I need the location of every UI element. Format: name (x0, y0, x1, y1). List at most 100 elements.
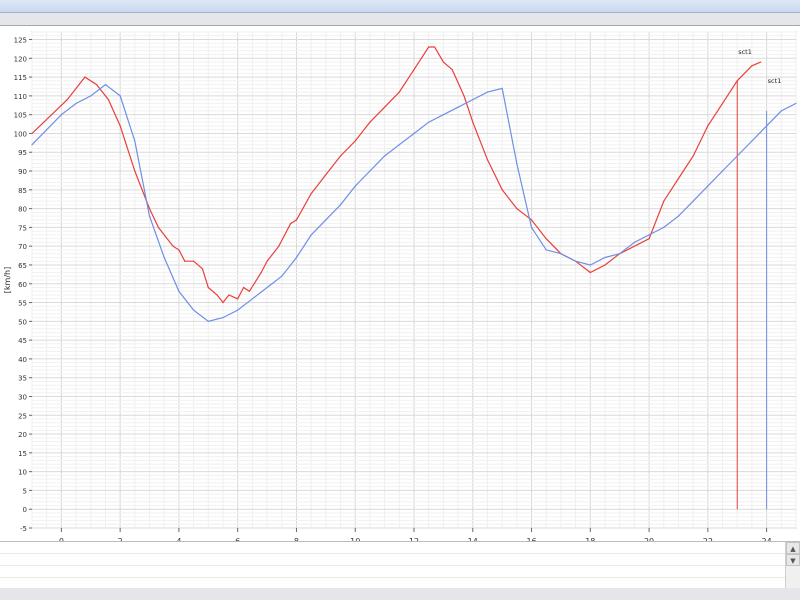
chart-grid (31, 31, 797, 529)
data-point (472, 99, 474, 101)
data-point (148, 208, 151, 210)
data-point (325, 219, 327, 221)
data-point (325, 174, 327, 176)
y-axis-label: [km/h] (3, 267, 12, 293)
data-point (228, 294, 230, 296)
data-point (633, 241, 635, 244)
table-row (0, 577, 786, 578)
data-point (604, 264, 606, 266)
data-point (692, 155, 694, 157)
data-point (43, 121, 45, 123)
y-tick-label: 35 (18, 375, 27, 383)
data-point (486, 159, 489, 161)
y-tick-label: 5 (23, 487, 27, 495)
data-point (633, 245, 635, 247)
data-point (216, 294, 218, 296)
data-point (575, 260, 577, 262)
data-point (31, 144, 33, 146)
data-point (751, 65, 753, 67)
data-point (157, 226, 159, 228)
data-point (54, 110, 57, 112)
data-point (46, 129, 48, 131)
data-point (398, 144, 400, 146)
data-point (148, 215, 151, 217)
data-point (266, 260, 268, 262)
y-tick-label: 50 (18, 318, 27, 326)
y-tick-label: -5 (20, 525, 27, 533)
table-row (0, 565, 786, 566)
data-point (281, 275, 283, 277)
y-tick-label: 110 (14, 93, 27, 101)
data-point (442, 61, 444, 63)
data-point (736, 155, 738, 157)
data-point (795, 102, 797, 104)
data-point (545, 249, 547, 251)
data-point (780, 110, 782, 112)
y-tick-label: 95 (18, 149, 27, 157)
data-table-panel[interactable]: ▲ ▼ (0, 541, 800, 589)
window-title-bar (0, 0, 800, 13)
data-point (242, 286, 245, 289)
data-point (354, 185, 356, 187)
chart-panel[interactable]: 024681012141618202224-505101520253035404… (0, 25, 800, 542)
series-label: sct1 (768, 77, 782, 85)
data-point (310, 234, 312, 236)
data-point (90, 95, 92, 97)
data-point (530, 219, 533, 221)
data-point (339, 155, 342, 157)
data-point (193, 309, 195, 311)
y-tick-label: 70 (18, 243, 27, 251)
y-tick-label: 10 (18, 469, 27, 477)
data-point (545, 238, 547, 240)
data-point (398, 91, 400, 93)
data-point (413, 132, 415, 135)
data-point (604, 256, 606, 259)
speed-line-chart: 024681012141618202224-505101520253035404… (3, 31, 797, 541)
data-point (486, 91, 489, 93)
data-point (463, 95, 465, 97)
y-tick-label: 85 (18, 187, 27, 195)
data-point (289, 223, 292, 225)
data-point (751, 140, 753, 142)
data-point (278, 245, 280, 247)
y-tick-label: 125 (14, 37, 27, 45)
data-point (134, 170, 136, 172)
data-point (107, 99, 109, 101)
data-point (619, 253, 621, 255)
data-point (560, 253, 562, 255)
y-tick-label: 25 (18, 412, 27, 420)
data-point (178, 249, 180, 251)
y-tick-label: 30 (18, 393, 27, 401)
data-point (354, 140, 356, 142)
data-point (501, 189, 503, 191)
y-tick-label: 60 (18, 281, 27, 289)
data-point (663, 200, 665, 202)
data-point (589, 264, 591, 266)
y-tick-label: 40 (18, 356, 27, 364)
data-point (428, 46, 430, 48)
data-point (428, 121, 430, 123)
scroll-up-icon[interactable]: ▲ (786, 542, 800, 554)
data-point (134, 140, 136, 142)
data-point (60, 114, 62, 116)
data-point (201, 268, 204, 270)
y-tick-label: 20 (18, 431, 27, 439)
data-point (516, 208, 518, 210)
data-point (384, 155, 386, 157)
data-point (589, 271, 591, 274)
y-tick-label: 55 (18, 300, 27, 308)
data-point (530, 226, 533, 228)
data-point (369, 170, 371, 172)
y-tick-label: 100 (14, 130, 27, 138)
data-point (222, 301, 224, 304)
data-point (339, 204, 342, 206)
y-tick-label: 90 (18, 168, 27, 176)
scroll-down-icon[interactable]: ▼ (786, 554, 800, 566)
vertical-scrollbar[interactable]: ▲ ▼ (785, 542, 800, 588)
data-point (413, 68, 415, 71)
y-tick-label: 120 (14, 55, 27, 63)
y-tick-label: 80 (18, 206, 27, 214)
data-point (184, 260, 186, 262)
data-point (172, 245, 174, 247)
data-point (648, 234, 650, 236)
